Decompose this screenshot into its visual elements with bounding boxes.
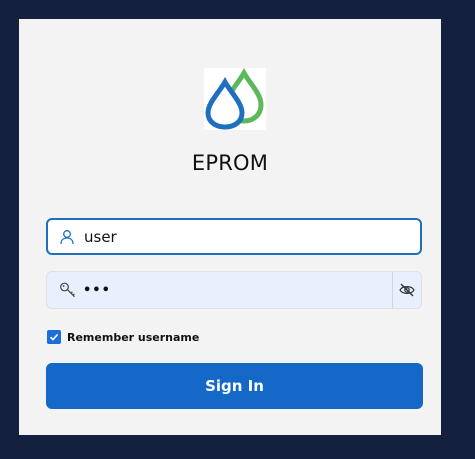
password-field[interactable] bbox=[46, 271, 422, 309]
checkmark-icon bbox=[49, 332, 59, 342]
key-icon bbox=[59, 281, 77, 299]
sign-in-button[interactable]: Sign In bbox=[46, 363, 423, 409]
water-drops-logo-icon bbox=[204, 68, 266, 130]
reveal-password-button[interactable] bbox=[392, 272, 421, 308]
remember-username-checkbox[interactable] bbox=[47, 330, 61, 344]
remember-username-label: Remember username bbox=[67, 330, 200, 344]
username-input[interactable] bbox=[84, 220, 384, 253]
eye-off-icon bbox=[399, 283, 415, 297]
person-icon bbox=[59, 229, 75, 245]
password-input[interactable] bbox=[83, 272, 383, 308]
login-panel: EPROM user ••• Remember username Sign In bbox=[19, 19, 441, 435]
app-title: EPROM bbox=[191, 151, 269, 175]
remember-username-row: Remember username bbox=[47, 330, 199, 344]
username-field[interactable] bbox=[46, 218, 422, 255]
sign-in-label: Sign In bbox=[205, 377, 264, 395]
